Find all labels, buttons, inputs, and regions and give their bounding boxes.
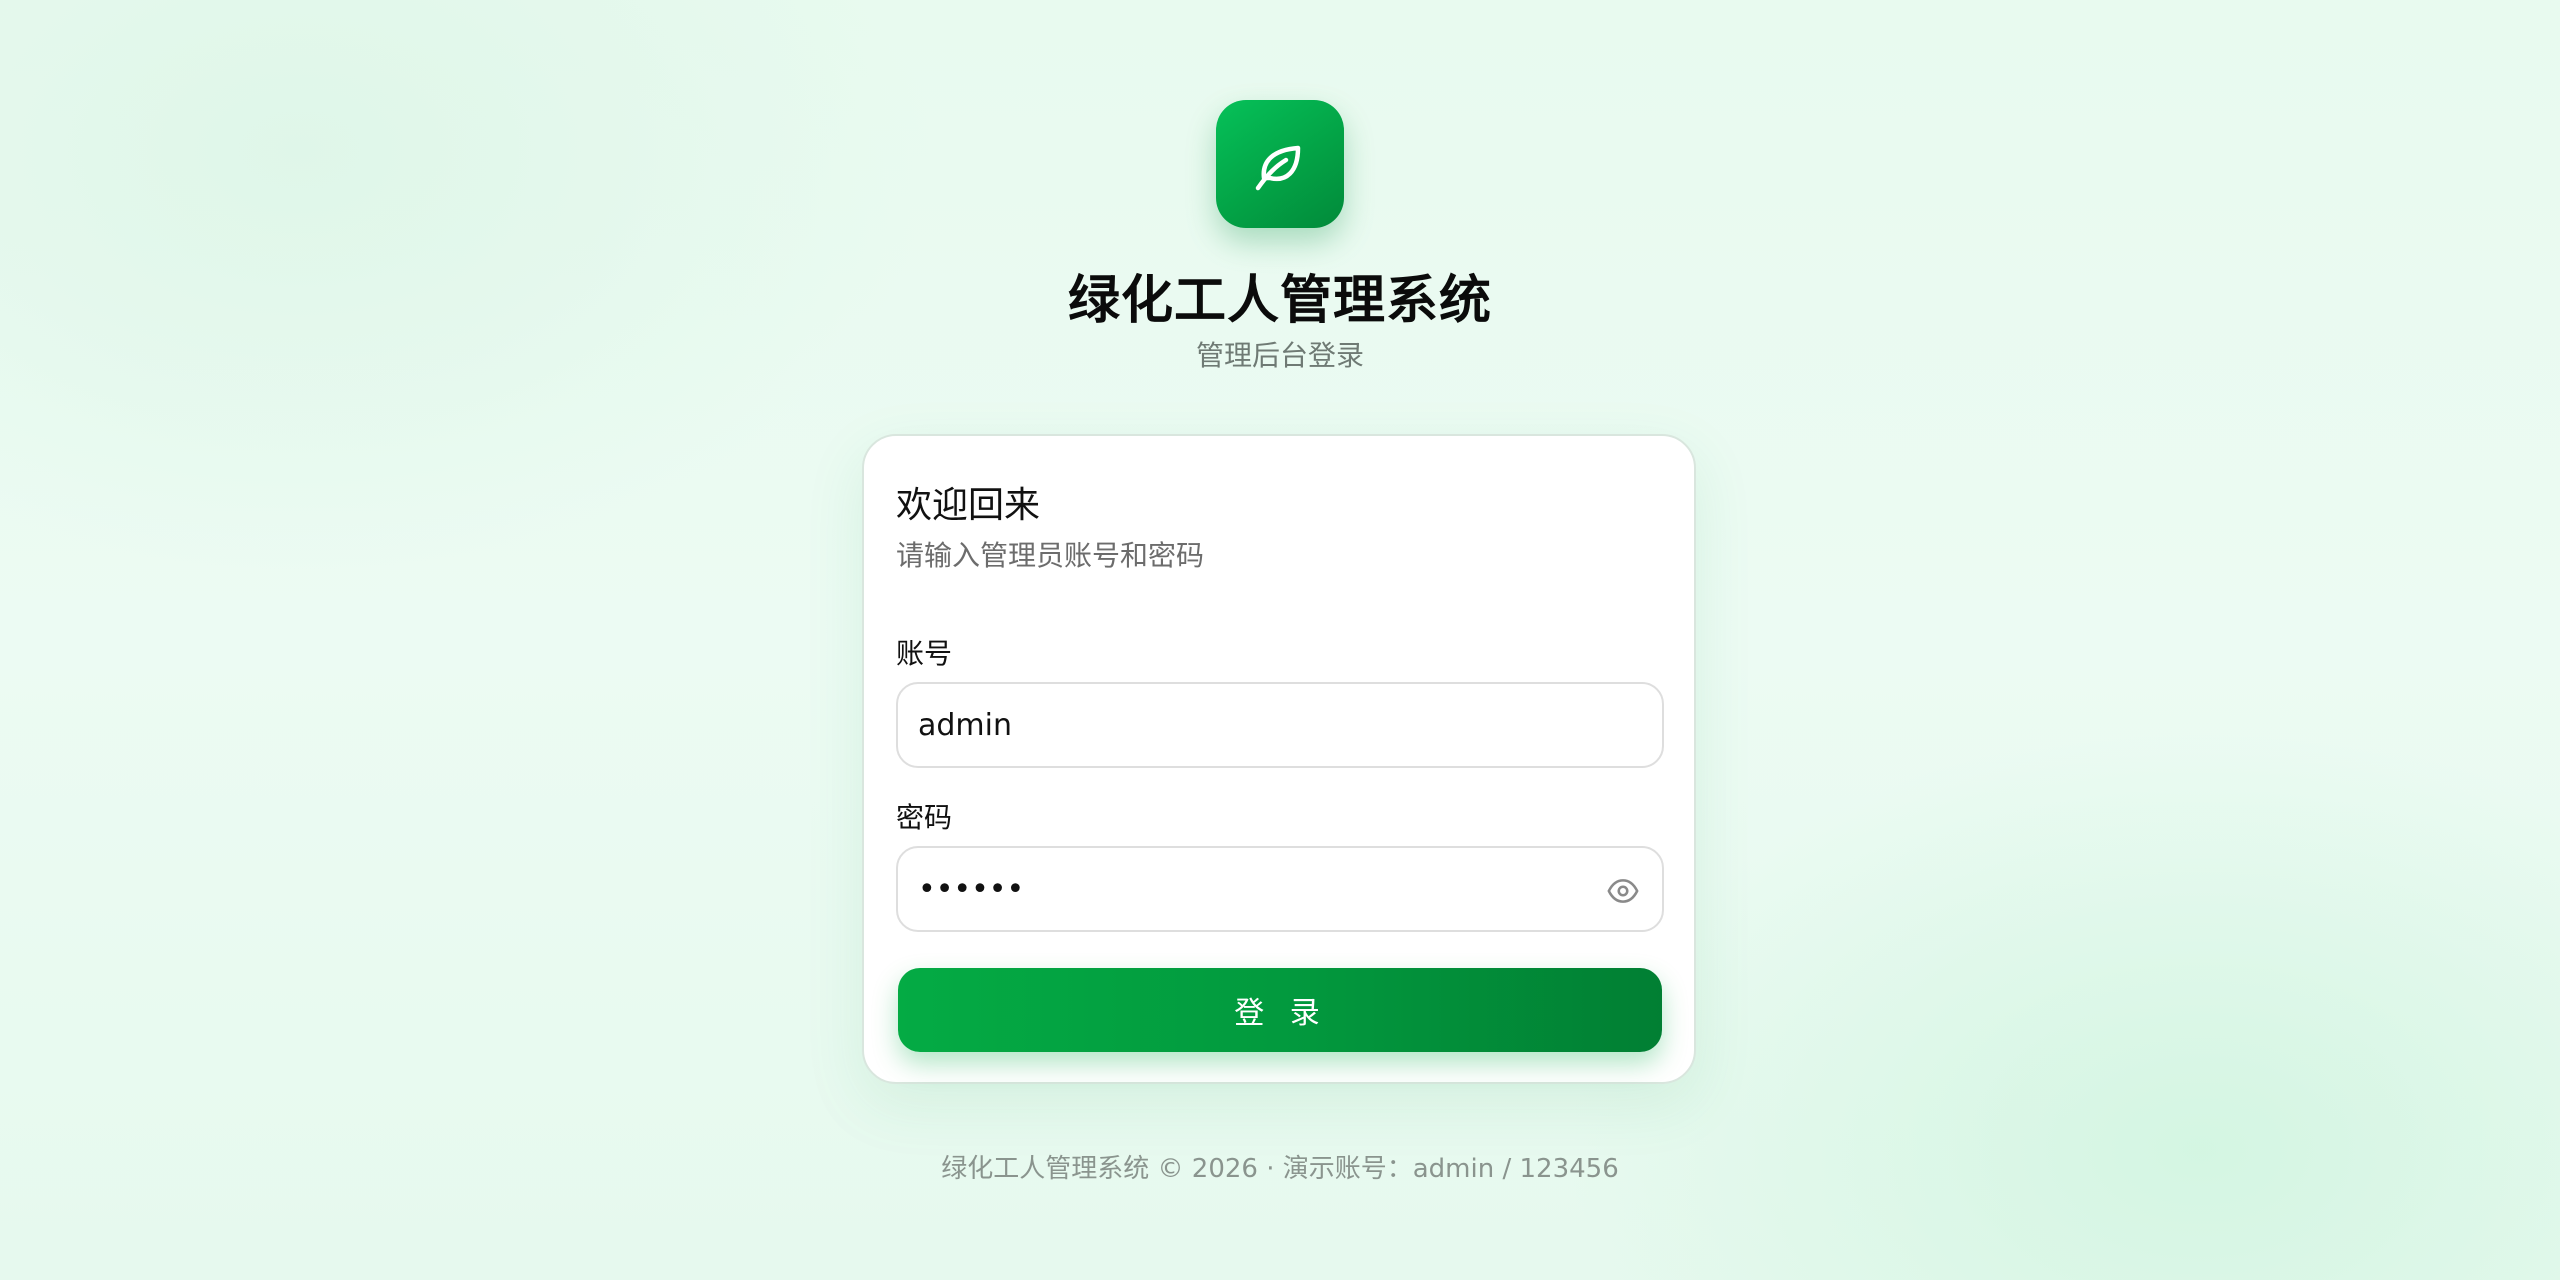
login-hint: 请输入管理员账号和密码 <box>896 539 1205 572</box>
account-input[interactable] <box>918 684 1578 766</box>
eye-icon[interactable] <box>1606 874 1640 908</box>
page-title: 绿化工人管理系统 <box>1067 271 1492 331</box>
welcome-heading: 欢迎回来 <box>896 485 1041 526</box>
app-logo <box>1216 100 1344 228</box>
login-button[interactable]: 登 录 <box>898 968 1662 1052</box>
footer-text: 绿化工人管理系统 © 2026 · 演示账号：admin / 123456 <box>941 1154 1619 1184</box>
password-label: 密码 <box>896 801 953 834</box>
page-subtitle: 管理后台登录 <box>1195 339 1364 372</box>
leaf-icon <box>1255 145 1301 191</box>
account-field[interactable] <box>896 682 1664 768</box>
account-label: 账号 <box>896 637 953 670</box>
password-input[interactable] <box>918 848 1578 930</box>
password-field[interactable] <box>896 846 1664 932</box>
login-card: 欢迎回来 请输入管理员账号和密码 账号 密码 登 录 <box>862 434 1696 1084</box>
